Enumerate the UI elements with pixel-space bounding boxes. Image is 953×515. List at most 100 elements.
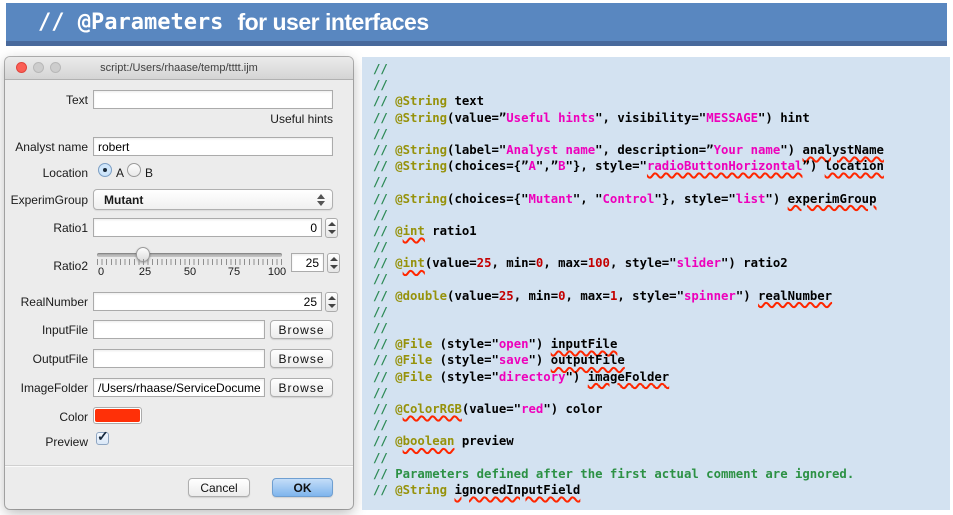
code-token: (choices={” — [447, 159, 528, 173]
code-line: // @File (style="directory") imageFolder — [373, 369, 950, 385]
imagefolder-label: ImageFolder — [5, 381, 88, 395]
slider-track[interactable] — [97, 253, 282, 257]
outputfile-input[interactable] — [93, 349, 265, 368]
code-token: list — [736, 192, 766, 206]
step-up-icon[interactable] — [328, 296, 336, 300]
code-token: ") color — [543, 402, 602, 416]
code-token: ignoredInputField — [454, 483, 580, 497]
code-token: ") — [529, 337, 551, 351]
code-token: // — [373, 256, 395, 270]
slider-tick-label: 0 — [98, 266, 104, 278]
inputfile-input[interactable] — [93, 320, 265, 339]
code-line: // — [373, 239, 950, 255]
code-token: int — [403, 256, 425, 270]
inputfile-browse-button[interactable]: Browse — [270, 320, 333, 339]
ratio2-value-input[interactable] — [291, 253, 324, 272]
imagefolder-input[interactable] — [93, 378, 265, 397]
code-token: Mutant — [528, 192, 572, 206]
code-token: ",” — [536, 159, 558, 173]
step-down-icon[interactable] — [330, 265, 338, 269]
realnumber-input[interactable] — [93, 292, 322, 311]
code-token: Parameters defined after the first actua… — [395, 467, 854, 481]
code-line: // @String ignoredInputField — [373, 482, 950, 498]
code-token: ") — [736, 289, 758, 303]
code-token: @String — [395, 192, 447, 206]
code-token: realNumber — [758, 289, 832, 303]
code-token: Useful hints — [506, 111, 595, 125]
code-token: , style=" — [610, 256, 677, 270]
cancel-button[interactable]: Cancel — [188, 478, 250, 497]
code-token: @String — [395, 94, 447, 108]
step-up-icon[interactable] — [328, 222, 336, 226]
close-icon[interactable] — [16, 62, 27, 73]
code-token: , style=" — [617, 289, 684, 303]
code-line: // @ColorRGB(value="red") color — [373, 401, 950, 417]
radio-a[interactable] — [98, 163, 112, 177]
code-token: (value=" — [462, 402, 521, 416]
code-line: // — [373, 207, 950, 223]
code-token: // — [373, 224, 395, 238]
code-token: @ — [395, 402, 402, 416]
code-token: slider — [677, 256, 721, 270]
code-token: // — [373, 272, 388, 286]
code-token: location — [825, 159, 884, 173]
slider-ticks — [97, 259, 283, 265]
zoom-icon[interactable] — [50, 62, 61, 73]
experimgroup-label: ExperimGroup — [5, 193, 88, 207]
ratio1-stepper[interactable] — [325, 218, 338, 238]
code-token: ”) — [802, 159, 824, 173]
code-line: // @int(value=25, min=0, max=100, style=… — [373, 255, 950, 271]
realnumber-label: RealNumber — [5, 295, 88, 309]
code-line: // — [373, 126, 950, 142]
step-down-icon[interactable] — [328, 304, 336, 308]
color-swatch-fill — [95, 409, 140, 422]
slider-tick-label: 100 — [268, 266, 286, 278]
realnumber-stepper[interactable] — [325, 292, 338, 312]
code-token: // — [373, 386, 388, 400]
slider-tick-label: 25 — [139, 266, 151, 278]
code-token: ", visibility=" — [595, 111, 706, 125]
code-line: // @File (style="save") outputFile — [373, 352, 950, 368]
code-token: // — [373, 483, 395, 497]
code-token: 25 — [477, 256, 492, 270]
radio-b[interactable] — [127, 163, 141, 177]
code-token: spinner — [684, 289, 736, 303]
analyst-name-input[interactable] — [93, 137, 333, 156]
code-token: // — [373, 451, 388, 465]
imagefolder-browse-button[interactable]: Browse — [270, 378, 333, 397]
code-token: , min= — [491, 256, 535, 270]
code-token: B — [558, 159, 565, 173]
code-token: // — [373, 159, 395, 173]
code-token: @ — [395, 256, 402, 270]
inputfile-label: InputFile — [5, 323, 88, 337]
step-up-icon[interactable] — [330, 257, 338, 261]
code-panel: ////// @String text// @String(value=”Use… — [362, 57, 950, 510]
ratio1-input[interactable] — [93, 218, 322, 237]
code-token: ratio1 — [425, 224, 477, 238]
outputfile-browse-button[interactable]: Browse — [270, 349, 333, 368]
experimgroup-select[interactable]: Mutant — [93, 189, 333, 210]
code-token: @File — [395, 353, 432, 367]
code-line: // — [373, 174, 950, 190]
step-down-icon[interactable] — [328, 230, 336, 234]
code-token: MESSAGE — [706, 111, 758, 125]
ok-button[interactable]: OK — [272, 478, 333, 497]
ratio2-stepper[interactable] — [327, 253, 340, 273]
code-token: ") ratio2 — [721, 256, 788, 270]
code-token: // — [373, 370, 395, 384]
code-token: // — [373, 62, 388, 76]
code-token: @String — [395, 483, 447, 497]
dialog-titlebar[interactable]: script:/Users/rhaase/temp/tttt.ijm — [5, 57, 353, 80]
ratio2-slider[interactable]: 0 25 50 75 100 — [97, 246, 285, 280]
code-token: // — [373, 78, 388, 92]
preview-checkbox[interactable]: ✓ — [96, 432, 109, 445]
code-token: ") — [529, 353, 551, 367]
color-swatch-button[interactable] — [93, 407, 142, 424]
code-token: red — [521, 402, 543, 416]
minimize-icon[interactable] — [33, 62, 44, 73]
code-token: @String — [395, 111, 447, 125]
code-token: (value= — [425, 256, 477, 270]
code-line: // @String(value=”Useful hints", visibil… — [373, 110, 950, 126]
text-input[interactable] — [93, 90, 333, 109]
code-line: // Parameters defined after the first ac… — [373, 466, 950, 482]
